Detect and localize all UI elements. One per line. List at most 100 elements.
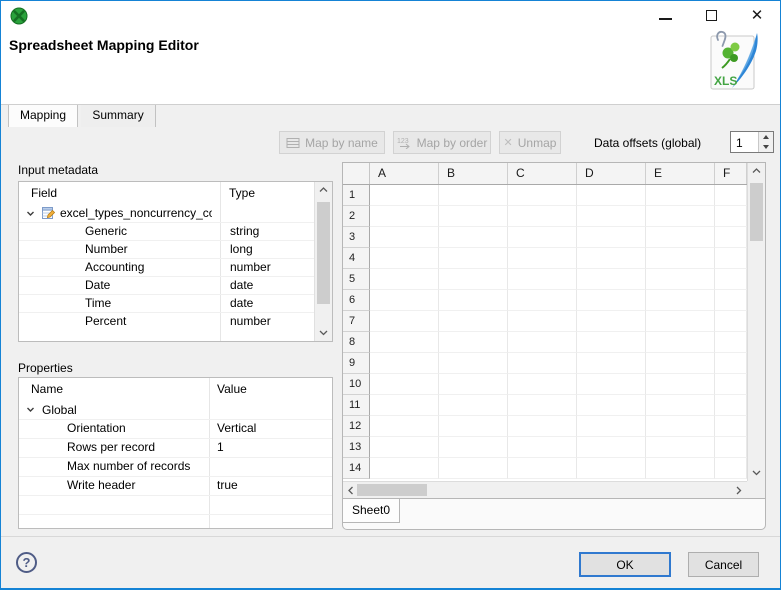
grid-vertical-scrollbar[interactable] — [747, 163, 765, 481]
property-row[interactable]: Rows per record 1 — [19, 438, 332, 457]
grid-cell[interactable] — [577, 395, 646, 416]
grid-cell[interactable] — [646, 353, 715, 374]
grid-cell[interactable] — [715, 248, 747, 269]
grid-cell[interactable] — [577, 290, 646, 311]
metadata-field-row[interactable]: Accounting number — [19, 258, 332, 276]
grid-row-header-2[interactable]: 2 — [343, 206, 370, 227]
grid-cell[interactable] — [646, 311, 715, 332]
grid-cell[interactable] — [370, 416, 439, 437]
metadata-field-row[interactable]: Generic string — [19, 222, 332, 240]
grid-column-header-b[interactable]: B — [439, 163, 508, 184]
metadata-field-row[interactable]: Percent number — [19, 312, 332, 330]
spinner-down-button[interactable] — [759, 142, 773, 152]
grid-cell[interactable] — [508, 227, 577, 248]
grid-cell[interactable] — [577, 374, 646, 395]
scrollbar-thumb[interactable] — [750, 183, 763, 241]
grid-row-header-4[interactable]: 4 — [343, 248, 370, 269]
chevron-down-icon[interactable] — [26, 209, 35, 218]
grid-cell[interactable] — [370, 206, 439, 227]
grid-row-header-9[interactable]: 9 — [343, 353, 370, 374]
grid-cell[interactable] — [577, 248, 646, 269]
grid-column-header-c[interactable]: C — [508, 163, 577, 184]
grid-row-header-13[interactable]: 13 — [343, 437, 370, 458]
scrollbar-thumb[interactable] — [317, 202, 330, 304]
data-offsets-spinner[interactable]: 1 — [730, 131, 774, 153]
grid-cell[interactable] — [646, 185, 715, 206]
grid-cell[interactable] — [370, 374, 439, 395]
grid-cell[interactable] — [370, 395, 439, 416]
grid-cell[interactable] — [577, 227, 646, 248]
map-by-order-button[interactable]: 123 Map by order — [393, 131, 491, 154]
grid-cell[interactable] — [439, 311, 508, 332]
grid-cell[interactable] — [715, 206, 747, 227]
grid-row-header-7[interactable]: 7 — [343, 311, 370, 332]
grid-cell[interactable] — [577, 185, 646, 206]
grid-cell[interactable] — [646, 248, 715, 269]
grid-cell[interactable] — [577, 332, 646, 353]
grid-cell[interactable] — [439, 185, 508, 206]
grid-cell[interactable] — [508, 353, 577, 374]
grid-row-header-6[interactable]: 6 — [343, 290, 370, 311]
grid-cell[interactable] — [577, 416, 646, 437]
grid-cell[interactable] — [715, 374, 747, 395]
grid-cell[interactable] — [439, 269, 508, 290]
spinner-up-button[interactable] — [759, 132, 773, 142]
grid-cell[interactable] — [508, 437, 577, 458]
grid-cell[interactable] — [508, 269, 577, 290]
grid-cell[interactable] — [370, 185, 439, 206]
grid-cell[interactable] — [715, 269, 747, 290]
grid-cell[interactable] — [439, 416, 508, 437]
property-row[interactable]: Write header true — [19, 476, 332, 495]
grid-cell[interactable] — [577, 353, 646, 374]
properties-group-row[interactable]: Global — [19, 400, 332, 419]
grid-cell[interactable] — [646, 269, 715, 290]
grid-cell[interactable] — [715, 332, 747, 353]
grid-cell[interactable] — [508, 374, 577, 395]
grid-cell[interactable] — [715, 311, 747, 332]
grid-cell[interactable] — [646, 332, 715, 353]
grid-cell[interactable] — [370, 227, 439, 248]
grid-horizontal-scrollbar[interactable] — [343, 481, 747, 498]
grid-cell[interactable] — [439, 332, 508, 353]
grid-cell[interactable] — [715, 458, 747, 479]
scroll-down-button[interactable] — [748, 465, 765, 481]
grid-cell[interactable] — [715, 437, 747, 458]
grid-row-header-1[interactable]: 1 — [343, 185, 370, 206]
ok-button[interactable]: OK — [579, 552, 671, 577]
grid-cell[interactable] — [646, 290, 715, 311]
grid-corner-cell[interactable] — [343, 163, 370, 184]
grid-cell[interactable] — [439, 395, 508, 416]
grid-cell[interactable] — [646, 374, 715, 395]
metadata-record-row[interactable]: excel_types_noncurrency_con — [19, 204, 332, 222]
grid-cell[interactable] — [439, 227, 508, 248]
grid-cell[interactable] — [508, 290, 577, 311]
grid-cell[interactable] — [508, 311, 577, 332]
maximize-button[interactable] — [691, 1, 731, 29]
grid-cell[interactable] — [577, 437, 646, 458]
grid-cell[interactable] — [646, 437, 715, 458]
grid-cell[interactable] — [370, 437, 439, 458]
help-button[interactable]: ? — [16, 552, 37, 573]
grid-cell[interactable] — [646, 395, 715, 416]
grid-cell[interactable] — [715, 353, 747, 374]
scroll-up-button[interactable] — [315, 182, 332, 198]
cancel-button[interactable]: Cancel — [688, 552, 759, 577]
grid-cell[interactable] — [508, 416, 577, 437]
grid-cell[interactable] — [370, 290, 439, 311]
sheet-tab-sheet0[interactable]: Sheet0 — [343, 499, 401, 523]
tab-mapping[interactable]: Mapping — [8, 105, 79, 127]
grid-cell[interactable] — [439, 458, 508, 479]
grid-cell[interactable] — [577, 311, 646, 332]
grid-cell[interactable] — [646, 227, 715, 248]
metadata-field-row[interactable]: Date date — [19, 276, 332, 294]
unmap-button[interactable]: ✕ Unmap — [499, 131, 561, 154]
grid-cell[interactable] — [370, 332, 439, 353]
grid-cell[interactable] — [508, 395, 577, 416]
grid-cell[interactable] — [577, 269, 646, 290]
metadata-scrollbar[interactable] — [314, 182, 332, 341]
grid-cell[interactable] — [646, 458, 715, 479]
grid-cell[interactable] — [715, 227, 747, 248]
grid-column-header-e[interactable]: E — [646, 163, 715, 184]
grid-cell[interactable] — [715, 395, 747, 416]
grid-cell[interactable] — [370, 311, 439, 332]
